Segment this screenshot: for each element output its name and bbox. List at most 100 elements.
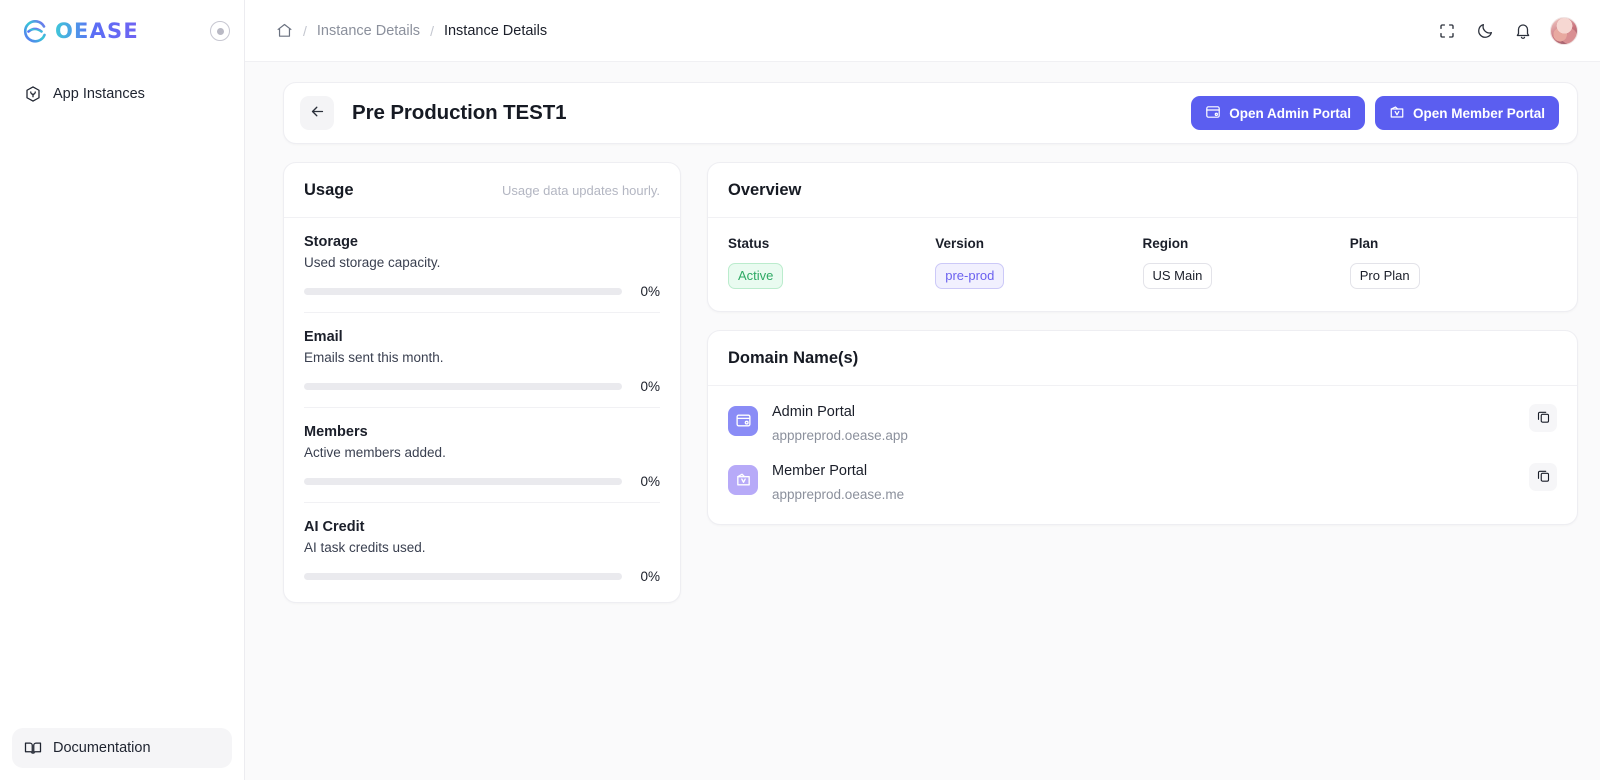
- usage-list: Storage Used storage capacity. 0% Email Emai…: [284, 218, 680, 602]
- avatar[interactable]: [1550, 16, 1578, 45]
- sidebar-footer: Documentation: [0, 716, 244, 780]
- usage-row-meter: 0%: [304, 569, 660, 584]
- usage-row-meter: 0%: [304, 474, 660, 489]
- sidebar-header: OEASE: [0, 0, 244, 62]
- usage-title: Usage: [304, 181, 354, 199]
- sidebar: OEASE App Instances Documentation: [0, 0, 245, 780]
- fullscreen-icon[interactable]: [1436, 20, 1458, 42]
- sidebar-item-label: App Instances: [53, 86, 145, 102]
- content-columns: Usage Usage data updates hourly. Storage…: [283, 162, 1578, 603]
- usage-column: Usage Usage data updates hourly. Storage…: [283, 162, 681, 603]
- copy-icon: [1536, 409, 1551, 427]
- overview-fields: Status Active Version pre-prod Region US Main…: [708, 218, 1577, 311]
- id-card-icon: [1389, 104, 1405, 123]
- main-region: / Instance Details / Instance Details Pr…: [245, 0, 1600, 780]
- usage-row: Members Active members added. 0%: [304, 408, 660, 503]
- member-portal-icon: [728, 464, 758, 495]
- bell-icon[interactable]: [1512, 20, 1534, 42]
- domain-url: apppreprod.oease.app: [772, 427, 908, 443]
- back-button[interactable]: [300, 96, 334, 130]
- documentation-label: Documentation: [53, 740, 151, 756]
- usage-card-header: Usage Usage data updates hourly.: [284, 163, 680, 218]
- hexagon-user-icon: [24, 85, 42, 103]
- usage-row: AI Credit AI task credits used. 0%: [304, 503, 660, 602]
- usage-percent-label: 0%: [640, 379, 660, 394]
- usage-card: Usage Usage data updates hourly. Storage…: [283, 162, 681, 603]
- arrow-left-icon: [309, 103, 326, 123]
- copy-domain-button[interactable]: [1529, 403, 1557, 432]
- open-member-portal-label: Open Member Portal: [1412, 105, 1545, 121]
- usage-row-description: AI task credits used.: [304, 540, 426, 555]
- usage-row-name: Members: [304, 424, 368, 440]
- open-member-portal-button[interactable]: Open Member Portal: [1374, 96, 1559, 130]
- breadcrumb-separator-1: /: [303, 22, 307, 39]
- status-badge: Pro Plan: [1349, 263, 1420, 289]
- usage-percent-label: 0%: [640, 284, 660, 299]
- sidebar-nav: App Instances: [0, 62, 244, 112]
- admin-portal-icon: [728, 405, 758, 436]
- overview-field-label: Region: [1142, 236, 1189, 251]
- overview-card: Overview Status Active Version pre-prod Regi…: [707, 162, 1578, 312]
- usage-row-description: Emails sent this month.: [304, 350, 444, 365]
- usage-progress-bar: [304, 573, 622, 580]
- overview-field-label: Version: [935, 236, 985, 251]
- page-content: Pre Production TEST1 Open Admin Portal O…: [245, 62, 1600, 780]
- brand-name: OEASE: [55, 19, 139, 43]
- status-badge: US Main: [1142, 263, 1213, 289]
- domains-title: Domain Name(s): [728, 348, 859, 367]
- browser-window-icon: [1205, 104, 1221, 123]
- usage-row-meter: 0%: [304, 284, 660, 299]
- copy-domain-button[interactable]: [1529, 462, 1557, 491]
- usage-progress-bar: [304, 478, 622, 485]
- usage-row-description: Used storage capacity.: [304, 255, 441, 270]
- breadcrumb-parent[interactable]: Instance Details: [317, 23, 420, 39]
- domains-card: Domain Name(s) Admin Portal apppreprod.oe…: [707, 329, 1578, 525]
- overview-title: Overview: [728, 181, 802, 199]
- usage-note: Usage data updates hourly.: [501, 183, 660, 198]
- open-admin-portal-button[interactable]: Open Admin Portal: [1191, 96, 1365, 130]
- overview-field: Version pre-prod: [935, 236, 1142, 289]
- overview-field: Region US Main: [1142, 236, 1350, 289]
- overview-field-label: Status: [728, 236, 770, 251]
- usage-percent-label: 0%: [640, 474, 660, 489]
- app-root: OEASE App Instances Documentation / Inst…: [0, 0, 1600, 780]
- overview-field: Status Active: [728, 236, 935, 289]
- breadcrumb-separator-2: /: [430, 22, 434, 39]
- overview-field-label: Plan: [1349, 236, 1379, 251]
- overview-field: Plan Pro Plan: [1349, 236, 1557, 289]
- usage-row-description: Active members added.: [304, 445, 446, 460]
- sidebar-collapse-toggle[interactable]: [210, 21, 230, 41]
- usage-row-name: Storage: [304, 234, 358, 250]
- usage-row-name: Email: [304, 329, 343, 345]
- usage-row-name: AI Credit: [304, 519, 365, 535]
- sidebar-item-app-instances[interactable]: App Instances: [14, 76, 230, 112]
- copy-icon: [1536, 468, 1551, 486]
- domain-row: Member Portal apppreprod.oease.me: [728, 451, 1557, 510]
- status-badge: Active: [728, 263, 784, 289]
- domain-row: Admin Portal apppreprod.oease.app: [728, 392, 1557, 451]
- breadcrumb: / Instance Details / Instance Details: [275, 22, 547, 40]
- status-badge: pre-prod: [935, 263, 1005, 289]
- usage-row: Storage Used storage capacity. 0%: [304, 218, 660, 313]
- usage-row-meter: 0%: [304, 379, 660, 394]
- domain-url: apppreprod.oease.me: [772, 486, 905, 502]
- page-header-actions: Open Admin Portal Open Member Portal: [1191, 96, 1559, 130]
- page-title: Pre Production TEST1: [352, 101, 567, 124]
- top-bar: / Instance Details / Instance Details: [245, 0, 1600, 62]
- domain-name: Member Portal: [772, 462, 868, 479]
- domains-list: Admin Portal apppreprod.oease.app Member P…: [708, 386, 1577, 524]
- domain-name: Admin Portal: [772, 403, 856, 420]
- overview-card-header: Overview: [708, 163, 1577, 218]
- home-icon[interactable]: [275, 22, 293, 40]
- oease-logo-icon: [22, 18, 48, 44]
- book-icon: [24, 739, 42, 757]
- brand-logo[interactable]: OEASE: [22, 18, 139, 44]
- collapse-dot-icon: [216, 27, 224, 35]
- breadcrumb-current: Instance Details: [443, 22, 548, 39]
- page-header-card: Pre Production TEST1 Open Admin Portal O…: [283, 82, 1578, 144]
- moon-icon[interactable]: [1474, 20, 1496, 42]
- details-column: Overview Status Active Version pre-prod Regi…: [707, 162, 1578, 525]
- domain-text: Member Portal apppreprod.oease.me: [772, 463, 904, 502]
- open-admin-portal-label: Open Admin Portal: [1229, 105, 1351, 121]
- documentation-link[interactable]: Documentation: [12, 728, 232, 768]
